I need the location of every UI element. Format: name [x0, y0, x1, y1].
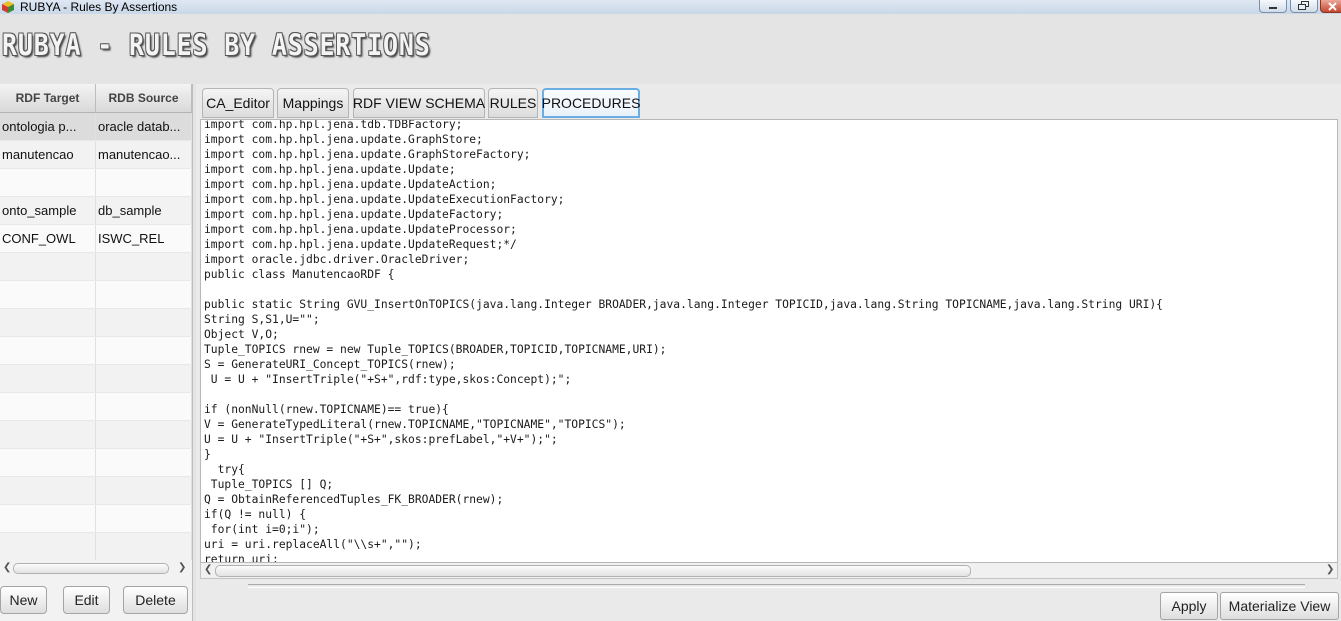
tab-ca-editor[interactable]: CA_Editor — [202, 88, 274, 118]
rdf-target-cell — [0, 533, 96, 560]
rdf-target-cell — [0, 505, 96, 532]
rdb-source-cell: manutencao... — [96, 141, 192, 168]
close-button[interactable] — [1320, 0, 1341, 13]
scroll-right-icon[interactable]: ❯ — [1326, 562, 1334, 578]
rdf-target-cell: CONF_OWL — [0, 225, 96, 252]
code-text[interactable]: import com.hp.hpl.jena.tdb.TDBFactory; i… — [204, 120, 1163, 562]
rdb-source-cell — [96, 337, 192, 364]
mapping-list-panel: RDF Target RDB Source ontologia p... orac… — [0, 84, 193, 621]
rdb-source-cell — [96, 533, 192, 560]
rdf-target-cell — [0, 169, 96, 196]
table-row[interactable] — [0, 337, 192, 365]
rdf-target-cell — [0, 309, 96, 336]
table-row[interactable] — [0, 169, 192, 197]
delete-button[interactable]: Delete — [123, 586, 188, 614]
app-logo: RUBYA - RULES BY ASSERTIONS — [2, 28, 431, 62]
apply-button[interactable]: Apply — [1160, 592, 1218, 620]
column-header-rdb-source[interactable]: RDB Source — [96, 84, 192, 112]
restore-button[interactable] — [1290, 0, 1318, 13]
grid-header: RDF Target RDB Source — [0, 84, 192, 113]
rdf-target-cell — [0, 393, 96, 420]
close-icon — [1327, 1, 1337, 11]
table-row[interactable] — [0, 449, 192, 477]
rdb-source-cell — [96, 449, 192, 476]
table-row[interactable] — [0, 421, 192, 449]
rdb-source-cell — [96, 253, 192, 280]
rdf-target-cell — [0, 281, 96, 308]
scroll-left-icon[interactable]: ❮ — [3, 560, 11, 576]
table-row[interactable] — [0, 393, 192, 421]
table-row[interactable]: CONF_OWL ISWC_REL — [0, 225, 192, 253]
scroll-thumb[interactable] — [215, 565, 971, 577]
table-row[interactable]: onto_sample db_sample — [0, 197, 192, 225]
scroll-left-icon[interactable]: ❮ — [204, 562, 212, 578]
tab-mappings[interactable]: Mappings — [277, 88, 349, 118]
editor-horizontal-scrollbar[interactable]: ❮ ❯ — [200, 563, 1338, 579]
minimize-icon — [1269, 7, 1277, 9]
rdb-source-cell: oracle datab... — [96, 113, 192, 140]
main-panel: CA_Editor Mappings RDF VIEW SCHEMA RULES… — [196, 84, 1341, 621]
table-row[interactable]: ontologia p... oracle datab... — [0, 113, 192, 141]
rdf-target-cell: ontologia p... — [0, 113, 96, 140]
table-row[interactable] — [0, 281, 192, 309]
scroll-right-icon[interactable]: ❯ — [178, 560, 186, 576]
window-title: RUBYA - Rules By Assertions — [20, 0, 178, 14]
rdf-target-cell — [0, 449, 96, 476]
procedure-code-editor[interactable]: import com.hp.hpl.jena.tdb.TDBFactory; i… — [200, 119, 1338, 563]
rdf-target-cell — [0, 337, 96, 364]
rdf-target-cell — [0, 421, 96, 448]
table-row[interactable] — [0, 505, 192, 533]
tab-rdf-view-schema[interactable]: RDF VIEW SCHEMA — [353, 88, 485, 118]
title-bar: RUBYA - Rules By Assertions — [0, 0, 1341, 14]
rdb-source-cell — [96, 365, 192, 392]
left-horizontal-scrollbar[interactable]: ❮ ❯ — [0, 560, 192, 576]
header-banner: RUBYA - RULES BY ASSERTIONS — [0, 14, 1341, 84]
tab-procedures[interactable]: PROCEDURES — [542, 88, 640, 118]
rdf-target-cell: manutencao — [0, 141, 96, 168]
rdf-target-cell — [0, 365, 96, 392]
rdf-target-cell — [0, 477, 96, 504]
rdb-source-cell — [96, 421, 192, 448]
rdb-source-cell — [96, 169, 192, 196]
rdf-target-cell: onto_sample — [0, 197, 96, 224]
rdb-source-cell — [96, 505, 192, 532]
table-row[interactable] — [0, 309, 192, 337]
separator — [248, 584, 1305, 588]
rdb-source-cell: ISWC_REL — [96, 225, 192, 252]
table-row[interactable]: manutencao manutencao... — [0, 141, 192, 169]
rdb-source-cell — [96, 477, 192, 504]
table-row[interactable] — [0, 253, 192, 281]
column-header-rdf-target[interactable]: RDF Target — [0, 84, 96, 112]
tab-rules[interactable]: RULES — [488, 88, 538, 118]
mapping-table: ontologia p... oracle datab... manutencao m… — [0, 113, 192, 560]
table-row[interactable] — [0, 477, 192, 505]
table-row[interactable] — [0, 533, 192, 560]
table-row[interactable] — [0, 365, 192, 393]
edit-button[interactable]: Edit — [63, 586, 110, 614]
rdb-source-cell — [96, 393, 192, 420]
rdb-source-cell — [96, 309, 192, 336]
minimize-button[interactable] — [1259, 0, 1287, 13]
materialize-view-button[interactable]: Materialize View — [1220, 592, 1339, 620]
rdb-source-cell — [96, 281, 192, 308]
rdf-target-cell — [0, 253, 96, 280]
new-button[interactable]: New — [0, 586, 47, 614]
restore-icon — [1298, 1, 1309, 10]
app-cube-icon — [2, 1, 14, 13]
rdb-source-cell: db_sample — [96, 197, 192, 224]
scroll-thumb[interactable] — [13, 563, 169, 574]
